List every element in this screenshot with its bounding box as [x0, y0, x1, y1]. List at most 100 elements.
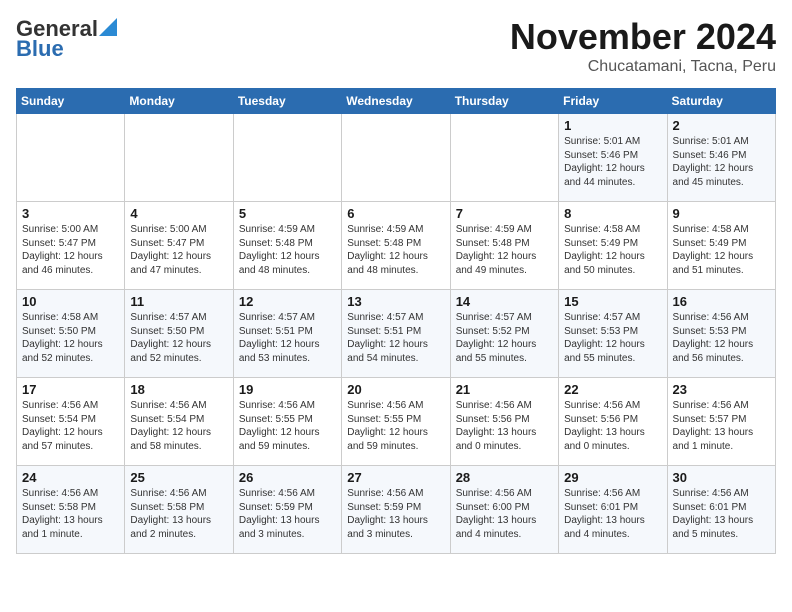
- day-number: 9: [673, 206, 770, 221]
- calendar-cell: [125, 114, 233, 202]
- day-number: 7: [456, 206, 553, 221]
- calendar-cell: 14 Sunrise: 4:57 AM Sunset: 5:52 PM Dayli…: [450, 290, 558, 378]
- day-info: Sunrise: 5:01 AM Sunset: 5:46 PM Dayligh…: [673, 135, 770, 189]
- weekday-header-row: SundayMondayTuesdayWednesdayThursdayFrid…: [17, 89, 776, 114]
- day-number: 18: [130, 382, 227, 397]
- day-info: Sunrise: 4:57 AM Sunset: 5:53 PM Dayligh…: [564, 311, 661, 365]
- day-number: 25: [130, 470, 227, 485]
- calendar-cell: 28Sunrise: 4:56 AM Sunset: 6:00 PM Dayli…: [450, 466, 558, 554]
- day-number: 10: [22, 294, 119, 309]
- day-info: Sunrise: 4:58 AM Sunset: 5:49 PM Dayligh…: [673, 223, 770, 277]
- calendar-cell: 9 Sunrise: 4:58 AM Sunset: 5:49 PM Daylig…: [667, 202, 775, 290]
- day-number: 30: [673, 470, 770, 485]
- day-number: 3: [22, 206, 119, 221]
- calendar-cell: 23 Sunrise: 4:56 AM Sunset: 5:57 PM Dayli…: [667, 378, 775, 466]
- calendar-cell: 17 Sunrise: 4:56 AM Sunset: 5:54 PM Dayli…: [17, 378, 125, 466]
- day-info: Sunrise: 4:56 AM Sunset: 5:57 PM Dayligh…: [673, 399, 770, 453]
- calendar-cell: 22Sunrise: 4:56 AM Sunset: 5:56 PM Dayli…: [559, 378, 667, 466]
- calendar-cell: 15 Sunrise: 4:57 AM Sunset: 5:53 PM Dayli…: [559, 290, 667, 378]
- calendar-cell: [233, 114, 341, 202]
- calendar-cell: 5 Sunrise: 4:59 AM Sunset: 5:48 PM Daylig…: [233, 202, 341, 290]
- day-info: Sunrise: 4:56 AM Sunset: 5:56 PM Dayligh…: [456, 399, 553, 453]
- calendar-cell: 21Sunrise: 4:56 AM Sunset: 5:56 PM Dayli…: [450, 378, 558, 466]
- day-number: 12: [239, 294, 336, 309]
- day-info: Sunrise: 4:56 AM Sunset: 5:55 PM Dayligh…: [239, 399, 336, 453]
- logo-blue-text: Blue: [16, 36, 64, 62]
- day-number: 1: [564, 118, 661, 133]
- calendar-cell: 26Sunrise: 4:56 AM Sunset: 5:59 PM Dayli…: [233, 466, 341, 554]
- day-info: Sunrise: 4:57 AM Sunset: 5:52 PM Dayligh…: [456, 311, 553, 365]
- day-info: Sunrise: 4:59 AM Sunset: 5:48 PM Dayligh…: [239, 223, 336, 277]
- calendar-cell: 1 Sunrise: 5:01 AM Sunset: 5:46 PM Daylig…: [559, 114, 667, 202]
- day-number: 20: [347, 382, 444, 397]
- weekday-header-cell: Saturday: [667, 89, 775, 114]
- day-info: Sunrise: 4:56 AM Sunset: 6:01 PM Dayligh…: [564, 487, 661, 541]
- calendar-week-row: 1 Sunrise: 5:01 AM Sunset: 5:46 PM Daylig…: [17, 114, 776, 202]
- calendar-week-row: 10 Sunrise: 4:58 AM Sunset: 5:50 PM Dayli…: [17, 290, 776, 378]
- day-number: 16: [673, 294, 770, 309]
- calendar-cell: 12 Sunrise: 4:57 AM Sunset: 5:51 PM Dayli…: [233, 290, 341, 378]
- day-number: 29: [564, 470, 661, 485]
- day-number: 19: [239, 382, 336, 397]
- day-info: Sunrise: 4:56 AM Sunset: 5:53 PM Dayligh…: [673, 311, 770, 365]
- calendar-cell: [450, 114, 558, 202]
- weekday-header-cell: Monday: [125, 89, 233, 114]
- day-info: Sunrise: 4:56 AM Sunset: 5:59 PM Dayligh…: [347, 487, 444, 541]
- day-number: 6: [347, 206, 444, 221]
- calendar-cell: 6 Sunrise: 4:59 AM Sunset: 5:48 PM Daylig…: [342, 202, 450, 290]
- day-info: Sunrise: 4:56 AM Sunset: 5:54 PM Dayligh…: [22, 399, 119, 453]
- calendar-cell: 7 Sunrise: 4:59 AM Sunset: 5:48 PM Daylig…: [450, 202, 558, 290]
- calendar-cell: [342, 114, 450, 202]
- day-number: 5: [239, 206, 336, 221]
- day-number: 4: [130, 206, 227, 221]
- location: Chucatamani, Tacna, Peru: [510, 58, 776, 76]
- day-info: Sunrise: 4:57 AM Sunset: 5:50 PM Dayligh…: [130, 311, 227, 365]
- calendar-body: 1 Sunrise: 5:01 AM Sunset: 5:46 PM Daylig…: [17, 114, 776, 554]
- weekday-header-cell: Wednesday: [342, 89, 450, 114]
- day-info: Sunrise: 5:01 AM Sunset: 5:46 PM Dayligh…: [564, 135, 661, 189]
- weekday-header-cell: Tuesday: [233, 89, 341, 114]
- day-info: Sunrise: 4:56 AM Sunset: 6:01 PM Dayligh…: [673, 487, 770, 541]
- calendar-cell: 25 Sunrise: 4:56 AM Sunset: 5:58 PM Dayli…: [125, 466, 233, 554]
- calendar-cell: 30 Sunrise: 4:56 AM Sunset: 6:01 PM Dayli…: [667, 466, 775, 554]
- day-info: Sunrise: 4:56 AM Sunset: 5:56 PM Dayligh…: [564, 399, 661, 453]
- calendar-cell: 8Sunrise: 4:58 AM Sunset: 5:49 PM Daylig…: [559, 202, 667, 290]
- day-number: 2: [673, 118, 770, 133]
- day-number: 23: [673, 382, 770, 397]
- day-number: 14: [456, 294, 553, 309]
- page-header: General Blue November 2024 Chucatamani, …: [16, 16, 776, 76]
- title-block: November 2024 Chucatamani, Tacna, Peru: [510, 16, 776, 76]
- weekday-header-cell: Thursday: [450, 89, 558, 114]
- day-info: Sunrise: 5:00 AM Sunset: 5:47 PM Dayligh…: [130, 223, 227, 277]
- calendar-cell: 19 Sunrise: 4:56 AM Sunset: 5:55 PM Dayli…: [233, 378, 341, 466]
- calendar-cell: 13Sunrise: 4:57 AM Sunset: 5:51 PM Dayli…: [342, 290, 450, 378]
- day-info: Sunrise: 4:56 AM Sunset: 5:54 PM Dayligh…: [130, 399, 227, 453]
- day-number: 17: [22, 382, 119, 397]
- calendar-cell: 10 Sunrise: 4:58 AM Sunset: 5:50 PM Dayli…: [17, 290, 125, 378]
- calendar-cell: 16 Sunrise: 4:56 AM Sunset: 5:53 PM Dayli…: [667, 290, 775, 378]
- day-number: 11: [130, 294, 227, 309]
- day-info: Sunrise: 4:56 AM Sunset: 5:58 PM Dayligh…: [130, 487, 227, 541]
- day-number: 13: [347, 294, 444, 309]
- day-info: Sunrise: 4:56 AM Sunset: 5:59 PM Dayligh…: [239, 487, 336, 541]
- calendar-table: SundayMondayTuesdayWednesdayThursdayFrid…: [16, 88, 776, 554]
- calendar-week-row: 17 Sunrise: 4:56 AM Sunset: 5:54 PM Dayli…: [17, 378, 776, 466]
- calendar-cell: 29 Sunrise: 4:56 AM Sunset: 6:01 PM Dayli…: [559, 466, 667, 554]
- day-info: Sunrise: 4:56 AM Sunset: 5:58 PM Dayligh…: [22, 487, 119, 541]
- day-number: 24: [22, 470, 119, 485]
- calendar-week-row: 24 Sunrise: 4:56 AM Sunset: 5:58 PM Dayli…: [17, 466, 776, 554]
- day-number: 27: [347, 470, 444, 485]
- calendar-cell: 18 Sunrise: 4:56 AM Sunset: 5:54 PM Dayli…: [125, 378, 233, 466]
- day-info: Sunrise: 4:58 AM Sunset: 5:50 PM Dayligh…: [22, 311, 119, 365]
- weekday-header-cell: Sunday: [17, 89, 125, 114]
- day-info: Sunrise: 4:57 AM Sunset: 5:51 PM Dayligh…: [239, 311, 336, 365]
- day-info: Sunrise: 4:59 AM Sunset: 5:48 PM Dayligh…: [347, 223, 444, 277]
- day-info: Sunrise: 4:59 AM Sunset: 5:48 PM Dayligh…: [456, 223, 553, 277]
- day-number: 28: [456, 470, 553, 485]
- calendar-week-row: 3 Sunrise: 5:00 AM Sunset: 5:47 PM Daylig…: [17, 202, 776, 290]
- day-number: 15: [564, 294, 661, 309]
- calendar-cell: 11 Sunrise: 4:57 AM Sunset: 5:50 PM Dayli…: [125, 290, 233, 378]
- weekday-header-cell: Friday: [559, 89, 667, 114]
- logo: General Blue: [16, 16, 117, 62]
- logo-arrow-icon: [99, 18, 117, 36]
